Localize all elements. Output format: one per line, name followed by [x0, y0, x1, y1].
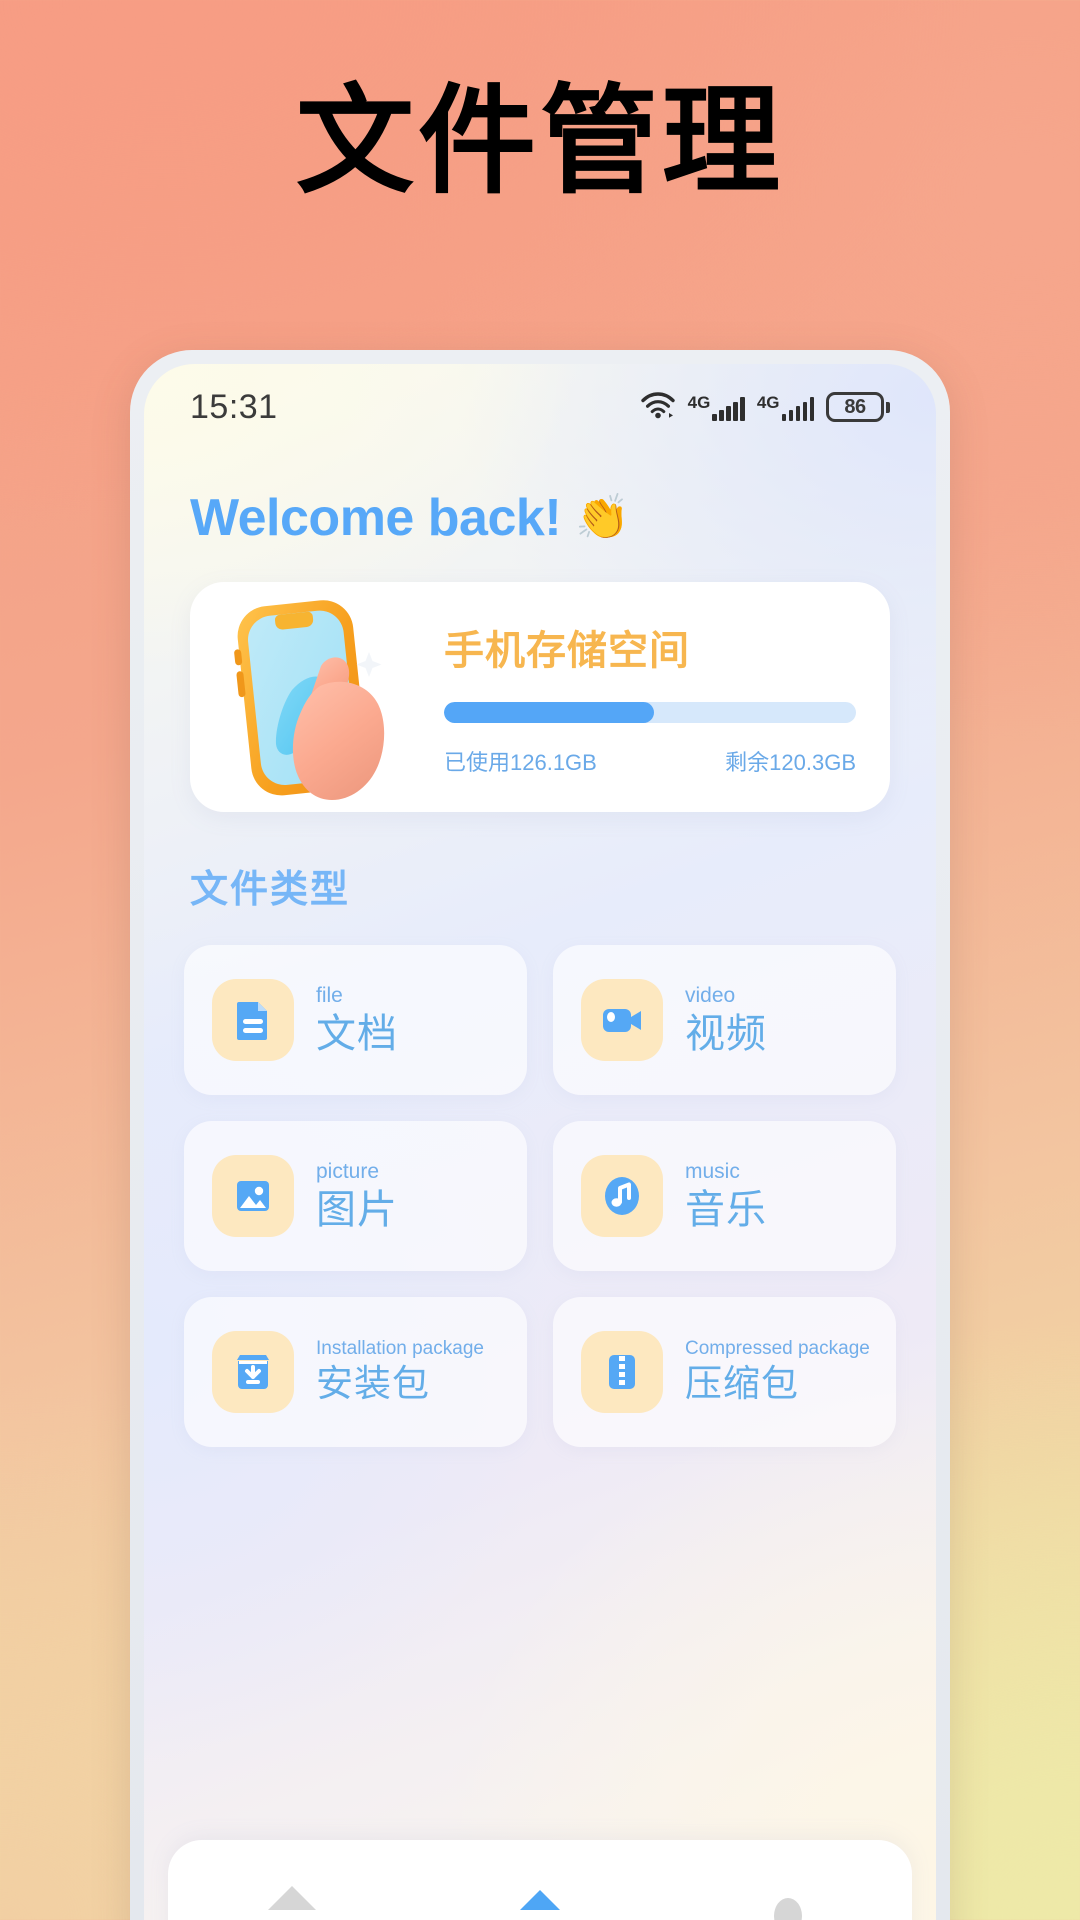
file-type-card-video[interactable]: video 视频 [553, 945, 896, 1095]
battery-icon: 86 [826, 392, 890, 422]
storage-progress-bar [444, 701, 856, 723]
music-note-icon [581, 1155, 663, 1237]
file-type-en-label: Installation package [316, 1338, 484, 1360]
storage-card[interactable]: 手机存储空间 已使用126.1GB 剩余120.3GB [190, 582, 890, 812]
welcome-heading: Welcome back! 👏 [190, 488, 936, 548]
file-type-en-label: Compressed package [685, 1338, 870, 1360]
signal-label-sim2: 4G [756, 392, 780, 412]
file-type-cn-label: 视频 [685, 1011, 767, 1056]
file-type-cn-label: 音乐 [685, 1187, 767, 1232]
file-type-labels: file 文档 [316, 983, 398, 1056]
file-type-card-picture[interactable]: picture 图片 [184, 1121, 527, 1271]
image-icon [212, 1155, 294, 1237]
clapping-hands-icon: 👏 [575, 493, 630, 542]
storage-legend: 已使用126.1GB 剩余120.3GB [444, 745, 856, 777]
bottom-navigation-bar [168, 1840, 912, 1920]
nav-item-home[interactable] [247, 1882, 337, 1920]
phone-tap-illustration [200, 590, 430, 805]
wifi-icon [640, 391, 676, 424]
zip-file-icon [581, 1331, 663, 1413]
file-type-card-installation-package[interactable]: Installation package 安装包 [184, 1297, 527, 1447]
status-bar-clock: 15:31 [190, 387, 278, 426]
file-type-en-label: picture [316, 1160, 380, 1184]
file-type-cn-label: 安装包 [316, 1363, 430, 1405]
profile-icon [760, 1882, 816, 1920]
storage-free-label: 剩余120.3GB [725, 749, 856, 775]
signal-bars-sim1 [712, 396, 745, 421]
file-type-cn-label: 压缩包 [685, 1363, 799, 1405]
status-bar: 15:31 4G 4G 86 [144, 364, 936, 436]
status-bar-icons: 4G 4G 86 [640, 391, 890, 424]
file-type-card-document[interactable]: file 文档 [184, 945, 527, 1095]
file-type-labels: Installation package 安装包 [316, 1338, 484, 1405]
battery-level-label: 86 [844, 395, 866, 418]
signal-bars-sim2 [781, 396, 814, 421]
file-type-en-label: video [685, 984, 736, 1008]
file-type-labels: music 音乐 [685, 1159, 767, 1232]
document-icon [212, 979, 294, 1061]
signal-icon-sim1: 4G [688, 394, 745, 421]
file-types-section-title: 文件类型 [190, 869, 351, 911]
file-type-card-music[interactable]: music 音乐 [553, 1121, 896, 1271]
signal-label-sim1: 4G [687, 392, 711, 412]
storage-progress-fill [444, 701, 655, 723]
file-type-cn-label: 图片 [316, 1187, 398, 1232]
video-camera-icon [581, 979, 663, 1061]
download-box-icon [212, 1331, 294, 1413]
files-icon [512, 1882, 568, 1920]
file-type-card-compressed-package[interactable]: Compressed package 压缩包 [553, 1297, 896, 1447]
battery-cap [886, 401, 890, 413]
file-type-cn-label: 文档 [316, 1011, 398, 1056]
file-type-labels: picture 图片 [316, 1159, 398, 1232]
phone-screen: 15:31 4G 4G 86 Welcome back! 👏 手机存储空间 已使… [144, 364, 936, 1920]
file-type-en-label: file [316, 984, 343, 1008]
file-type-en-label: music [685, 1160, 740, 1184]
storage-used-label: 已使用126.1GB [444, 749, 597, 775]
home-icon [264, 1882, 320, 1920]
file-types-grid: file 文档 video 视频 picture 图片 music 音乐 Ins… [184, 945, 896, 1447]
storage-title: 手机存储空间 [444, 628, 690, 673]
nav-item-profile[interactable] [743, 1882, 833, 1920]
file-type-labels: video 视频 [685, 983, 767, 1056]
page-title: 文件管理 [295, 72, 784, 210]
signal-icon-sim2: 4G [757, 394, 814, 421]
storage-details: 手机存储空间 已使用126.1GB 剩余120.3GB [430, 618, 862, 777]
file-type-labels: Compressed package 压缩包 [685, 1338, 870, 1405]
welcome-text: Welcome back! [190, 489, 562, 547]
phone-mockup-frame: 15:31 4G 4G 86 Welcome back! 👏 手机存储空间 已使… [130, 350, 950, 1920]
nav-item-files[interactable] [495, 1882, 585, 1920]
